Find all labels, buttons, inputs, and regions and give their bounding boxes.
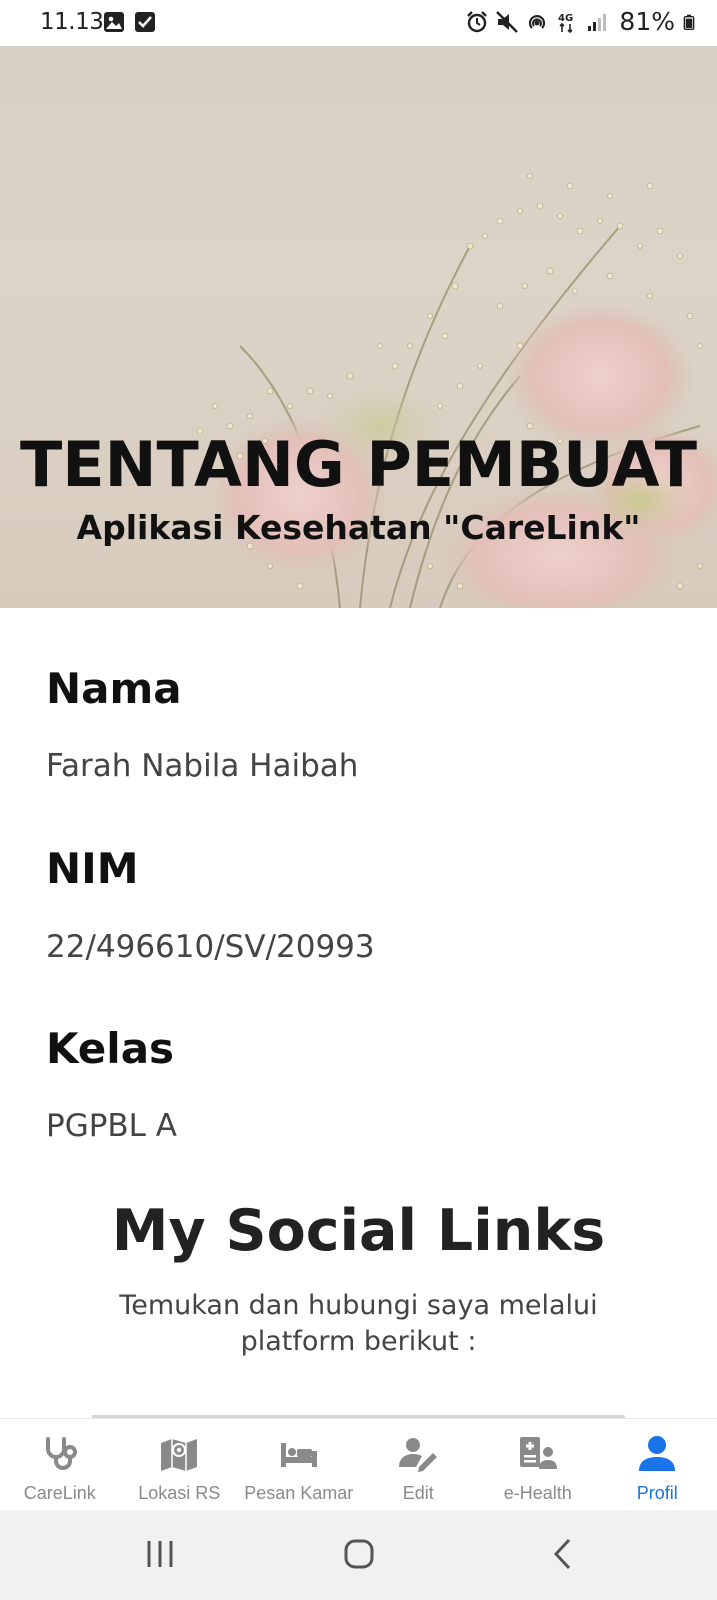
name-value: Farah Nabila Haibah [46, 748, 359, 784]
battery-percent: 81% [619, 7, 675, 36]
status-icons: 4G 81% [465, 7, 697, 36]
status-bar: 11.13 4G 81% [0, 0, 717, 46]
battery-icon [683, 14, 695, 30]
nav-label-edit: Edit [402, 1483, 434, 1503]
nav-item-pesan-kamar[interactable]: Pesan Kamar [239, 1419, 359, 1511]
bottom-navigation: CareLink Lokasi RS Pesan Kamar Edit e-He… [0, 1418, 717, 1511]
medical-record-icon [519, 1437, 557, 1469]
4g-icon: 4G [558, 13, 574, 33]
stethoscope-icon [45, 1437, 77, 1470]
nav-label-e-health: e-Health [503, 1483, 572, 1503]
nim-label: NIM [46, 844, 139, 893]
back-icon[interactable] [548, 1538, 580, 1570]
svg-text:4G: 4G [558, 13, 573, 24]
nav-label-pesan-kamar: Pesan Kamar [244, 1483, 354, 1503]
nav-item-lokasi-rs[interactable]: Lokasi RS [120, 1419, 240, 1511]
name-label: Nama [46, 664, 182, 713]
nav-item-carelink[interactable]: CareLink [0, 1419, 120, 1511]
nav-label-lokasi-rs: Lokasi RS [138, 1483, 221, 1503]
nav-label-profil: Profil [636, 1483, 678, 1503]
class-value: PGPBL A [46, 1108, 178, 1144]
class-label: Kelas [46, 1024, 175, 1073]
social-links-description: Temukan dan hubungi saya melalui platfor… [119, 1290, 598, 1357]
nim-value: 22/496610/SV/20993 [46, 929, 375, 965]
person-icon [639, 1436, 676, 1471]
hero-subtitle: Aplikasi Kesehatan "CareLink" [76, 508, 641, 547]
bed-icon [280, 1443, 317, 1467]
nav-item-edit[interactable]: Edit [359, 1419, 479, 1511]
hotspot-icon [529, 14, 546, 29]
alarm-icon [467, 10, 488, 32]
home-icon[interactable] [343, 1538, 375, 1570]
nav-item-e-health[interactable]: e-Health [478, 1419, 598, 1511]
status-time: 11.13 [40, 9, 104, 35]
system-navigation-bar [0, 1510, 717, 1600]
map-icon [161, 1439, 198, 1471]
check-icon [135, 12, 155, 32]
hero-title: TENTANG PEMBUAT [19, 428, 697, 501]
user-edit-icon [399, 1438, 438, 1472]
signal-icon [588, 13, 607, 31]
hero-banner: TENTANG PEMBUAT Aplikasi Kesehatan "Care… [0, 46, 717, 608]
nav-label-carelink: CareLink [23, 1483, 96, 1503]
nav-item-profil[interactable]: Profil [598, 1419, 717, 1511]
gallery-icon [104, 12, 124, 32]
recent-apps-icon[interactable] [144, 1538, 176, 1570]
social-links-title: My Social Links [111, 1198, 606, 1264]
mute-icon [496, 10, 519, 33]
